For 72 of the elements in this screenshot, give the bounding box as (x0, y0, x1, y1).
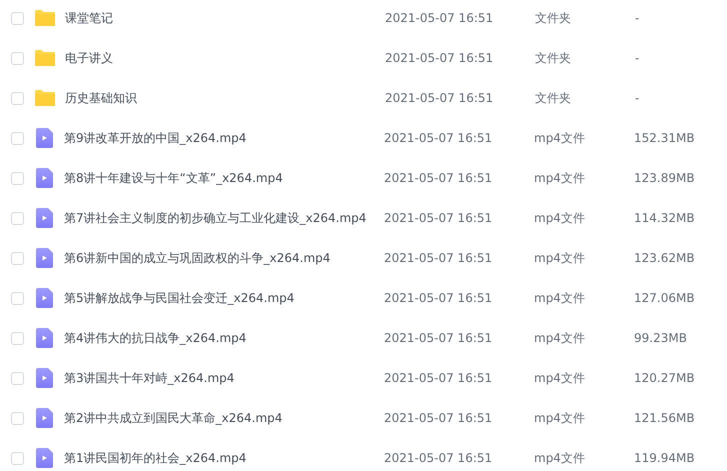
video-file-icon (36, 328, 53, 348)
modified-time: 2021-05-07 16:51 (384, 291, 494, 305)
checkbox[interactable] (11, 452, 24, 464)
file-size: 114.32MB (634, 211, 696, 225)
file-name[interactable]: 第6讲新中国的成立与巩固政权的斗争_x264.mp4 (64, 250, 384, 266)
folder-icon (35, 50, 55, 66)
modified-time: 2021-05-07 16:51 (385, 91, 494, 105)
file-type: 文件夹 (535, 50, 572, 66)
file-size: 99.23MB (634, 331, 688, 345)
folder-icon (35, 10, 55, 26)
modified-time: 2021-05-07 16:51 (384, 211, 494, 225)
video-file-icon (36, 368, 53, 388)
checkbox[interactable] (11, 212, 24, 224)
file-name[interactable]: 第7讲社会主义制度的初步确立与工业化建设_x264.mp4 (64, 210, 384, 226)
file-type: mp4文件 (534, 210, 586, 226)
file-name[interactable]: 第3讲国共十年对峙_x264.mp4 (64, 370, 384, 386)
file-type: mp4文件 (534, 450, 586, 466)
checkbox[interactable] (11, 12, 24, 24)
file-size: 123.62MB (634, 251, 696, 265)
file-name[interactable]: 第9讲改革开放的中国_x264.mp4 (64, 130, 384, 146)
video-file-icon (36, 448, 53, 468)
modified-time: 2021-05-07 16:51 (385, 51, 494, 65)
modified-time: 2021-05-07 16:51 (384, 331, 494, 345)
file-name[interactable]: 第2讲中共成立到国民大革命_x264.mp4 (64, 410, 384, 426)
folder-icon (35, 90, 55, 106)
video-file-icon (36, 248, 53, 268)
checkbox[interactable] (11, 132, 24, 144)
file-name[interactable]: 第4讲伟大的抗日战争_x264.mp4 (64, 330, 384, 346)
file-size: 127.06MB (634, 291, 696, 305)
file-size: 121.56MB (634, 411, 696, 425)
checkbox[interactable] (11, 52, 24, 64)
file-size: 123.89MB (634, 171, 696, 185)
file-size: 152.31MB (634, 131, 696, 145)
checkbox[interactable] (11, 412, 24, 424)
file-type: mp4文件 (534, 250, 586, 266)
modified-time: 2021-05-07 16:51 (384, 451, 494, 465)
file-type: mp4文件 (534, 370, 586, 386)
video-file-icon (36, 288, 53, 308)
video-file-icon (36, 408, 53, 428)
checkbox[interactable] (11, 332, 24, 344)
checkbox[interactable] (11, 252, 24, 264)
checkbox[interactable] (11, 92, 24, 104)
file-name[interactable]: 电子讲义 (65, 50, 385, 66)
modified-time: 2021-05-07 16:51 (384, 171, 494, 185)
modified-time: 2021-05-07 16:51 (385, 11, 494, 25)
video-file-icon (36, 128, 53, 148)
modified-time: 2021-05-07 16:51 (384, 411, 494, 425)
file-name[interactable]: 第1讲民国初年的社会_x264.mp4 (64, 450, 384, 466)
checkbox[interactable] (11, 172, 24, 184)
video-file-icon (36, 168, 53, 188)
checkbox[interactable] (11, 292, 24, 304)
file-type: 文件夹 (535, 90, 572, 106)
file-type: mp4文件 (534, 130, 586, 146)
file-size: - (635, 11, 640, 25)
file-name[interactable]: 历史基础知识 (65, 90, 385, 106)
file-type: mp4文件 (534, 330, 586, 346)
checkbox[interactable] (11, 372, 24, 384)
file-type: 文件夹 (535, 10, 572, 26)
file-size: 119.94MB (634, 451, 696, 465)
file-type: mp4文件 (534, 290, 586, 306)
file-name[interactable]: 课堂笔记 (65, 10, 385, 26)
file-name[interactable]: 第8讲十年建设与十年“文革”_x264.mp4 (64, 170, 384, 186)
file-size: - (635, 51, 640, 65)
modified-time: 2021-05-07 16:51 (384, 371, 494, 385)
file-type: mp4文件 (534, 170, 586, 186)
file-size: - (635, 91, 640, 105)
file-size: 120.27MB (634, 371, 696, 385)
file-name[interactable]: 第5讲解放战争与民国社会变迁_x264.mp4 (64, 290, 384, 306)
modified-time: 2021-05-07 16:51 (384, 251, 494, 265)
modified-time: 2021-05-07 16:51 (384, 131, 494, 145)
video-file-icon (36, 208, 53, 228)
file-type: mp4文件 (534, 410, 586, 426)
